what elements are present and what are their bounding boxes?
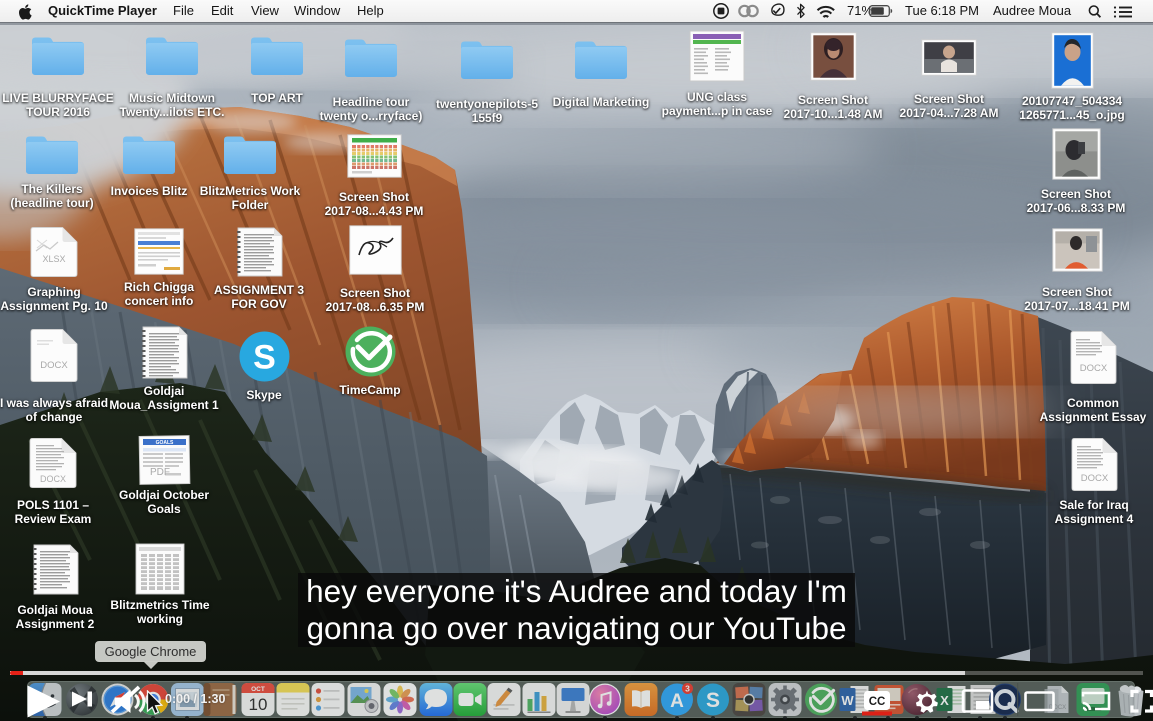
svg-text:CC: CC [869, 696, 886, 708]
svg-text:PDF: PDF [150, 467, 170, 478]
svg-text:DOCX: DOCX [1080, 473, 1108, 484]
svg-text:DOCX: DOCX [40, 474, 66, 484]
svg-text:DOCX: DOCX [40, 360, 68, 371]
svg-text:XLSX: XLSX [42, 254, 65, 264]
svg-text:GOALS: GOALS [155, 440, 173, 446]
svg-text:S: S [253, 339, 276, 377]
svg-text:DOCX: DOCX [1079, 363, 1107, 374]
